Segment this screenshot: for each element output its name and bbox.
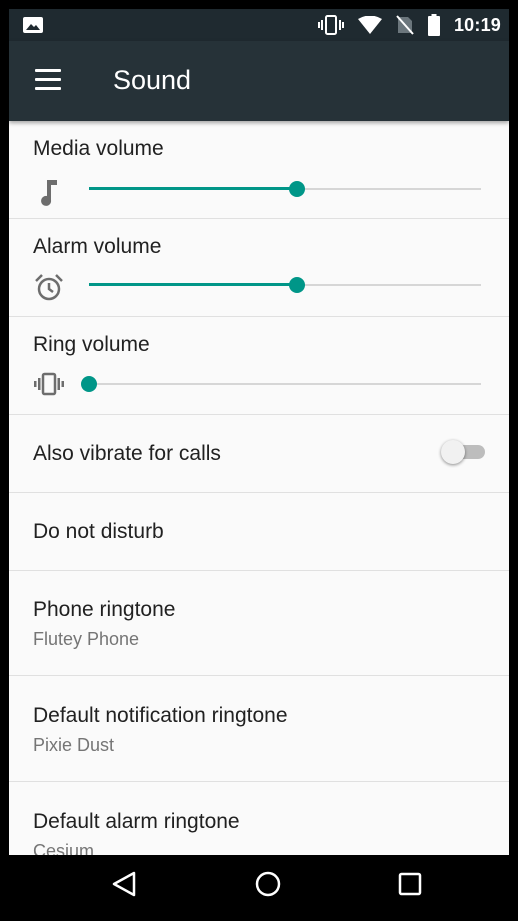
status-time: 10:19 (453, 14, 501, 35)
menu-icon[interactable] (35, 69, 61, 93)
do-not-disturb-row[interactable]: Do not disturb (9, 492, 509, 571)
media-volume-row: Media volume (9, 121, 509, 219)
settings-list: Media volume Alarm volume Ring volume Al… (9, 121, 509, 855)
home-icon[interactable] (253, 869, 283, 899)
alarm-volume-label: Alarm volume (33, 235, 162, 258)
back-icon[interactable] (110, 869, 140, 899)
do-not-disturb-label: Do not disturb (33, 520, 164, 543)
vibrate-calls-row[interactable]: Also vibrate for calls (9, 414, 509, 493)
wifi-icon (357, 16, 382, 34)
ring-volume-slider[interactable] (81, 372, 481, 396)
alarm-volume-thumb[interactable] (288, 277, 305, 293)
phone-ringtone-row[interactable]: Phone ringtone Flutey Phone (9, 570, 509, 676)
ring-volume-thumb[interactable] (81, 376, 97, 392)
media-volume-label: Media volume (33, 137, 164, 160)
status-bar: 10:19 (9, 9, 509, 41)
music-note-icon (41, 180, 57, 206)
vibrate-icon (317, 15, 344, 35)
media-volume-slider[interactable] (89, 177, 481, 201)
notification-ringtone-value: Pixie Dust (33, 735, 115, 755)
notification-ringtone-label: Default notification ringtone (33, 704, 288, 727)
battery-icon (427, 14, 440, 36)
screen: 10:19 Sound Media volume Alarm volume Ri… (9, 9, 509, 912)
ring-volume-row: Ring volume (9, 316, 509, 415)
vibrate-icon (34, 372, 64, 396)
image-icon (23, 17, 43, 33)
alarm-ringtone-row[interactable]: Default alarm ringtone Cesium (9, 781, 509, 855)
alarm-ringtone-value: Cesium (33, 841, 95, 855)
recents-icon[interactable] (395, 869, 425, 899)
alarm-volume-slider[interactable] (89, 273, 481, 297)
device-frame: 10:19 Sound Media volume Alarm volume Ri… (0, 0, 518, 921)
navigation-bar (9, 855, 509, 912)
notification-ringtone-row[interactable]: Default notification ringtone Pixie Dust (9, 675, 509, 782)
phone-ringtone-label: Phone ringtone (33, 598, 176, 621)
app-bar: Sound (9, 41, 509, 121)
ring-volume-label: Ring volume (33, 333, 150, 356)
page-title: Sound (113, 65, 192, 95)
alarm-ringtone-label: Default alarm ringtone (33, 810, 240, 833)
alarm-volume-row: Alarm volume (9, 218, 509, 317)
vibrate-calls-toggle[interactable] (441, 440, 487, 464)
vibrate-calls-label: Also vibrate for calls (33, 442, 221, 465)
alarm-clock-icon (35, 274, 63, 301)
media-volume-thumb[interactable] (288, 181, 305, 197)
no-sim-icon (396, 15, 414, 35)
phone-ringtone-value: Flutey Phone (33, 629, 140, 649)
